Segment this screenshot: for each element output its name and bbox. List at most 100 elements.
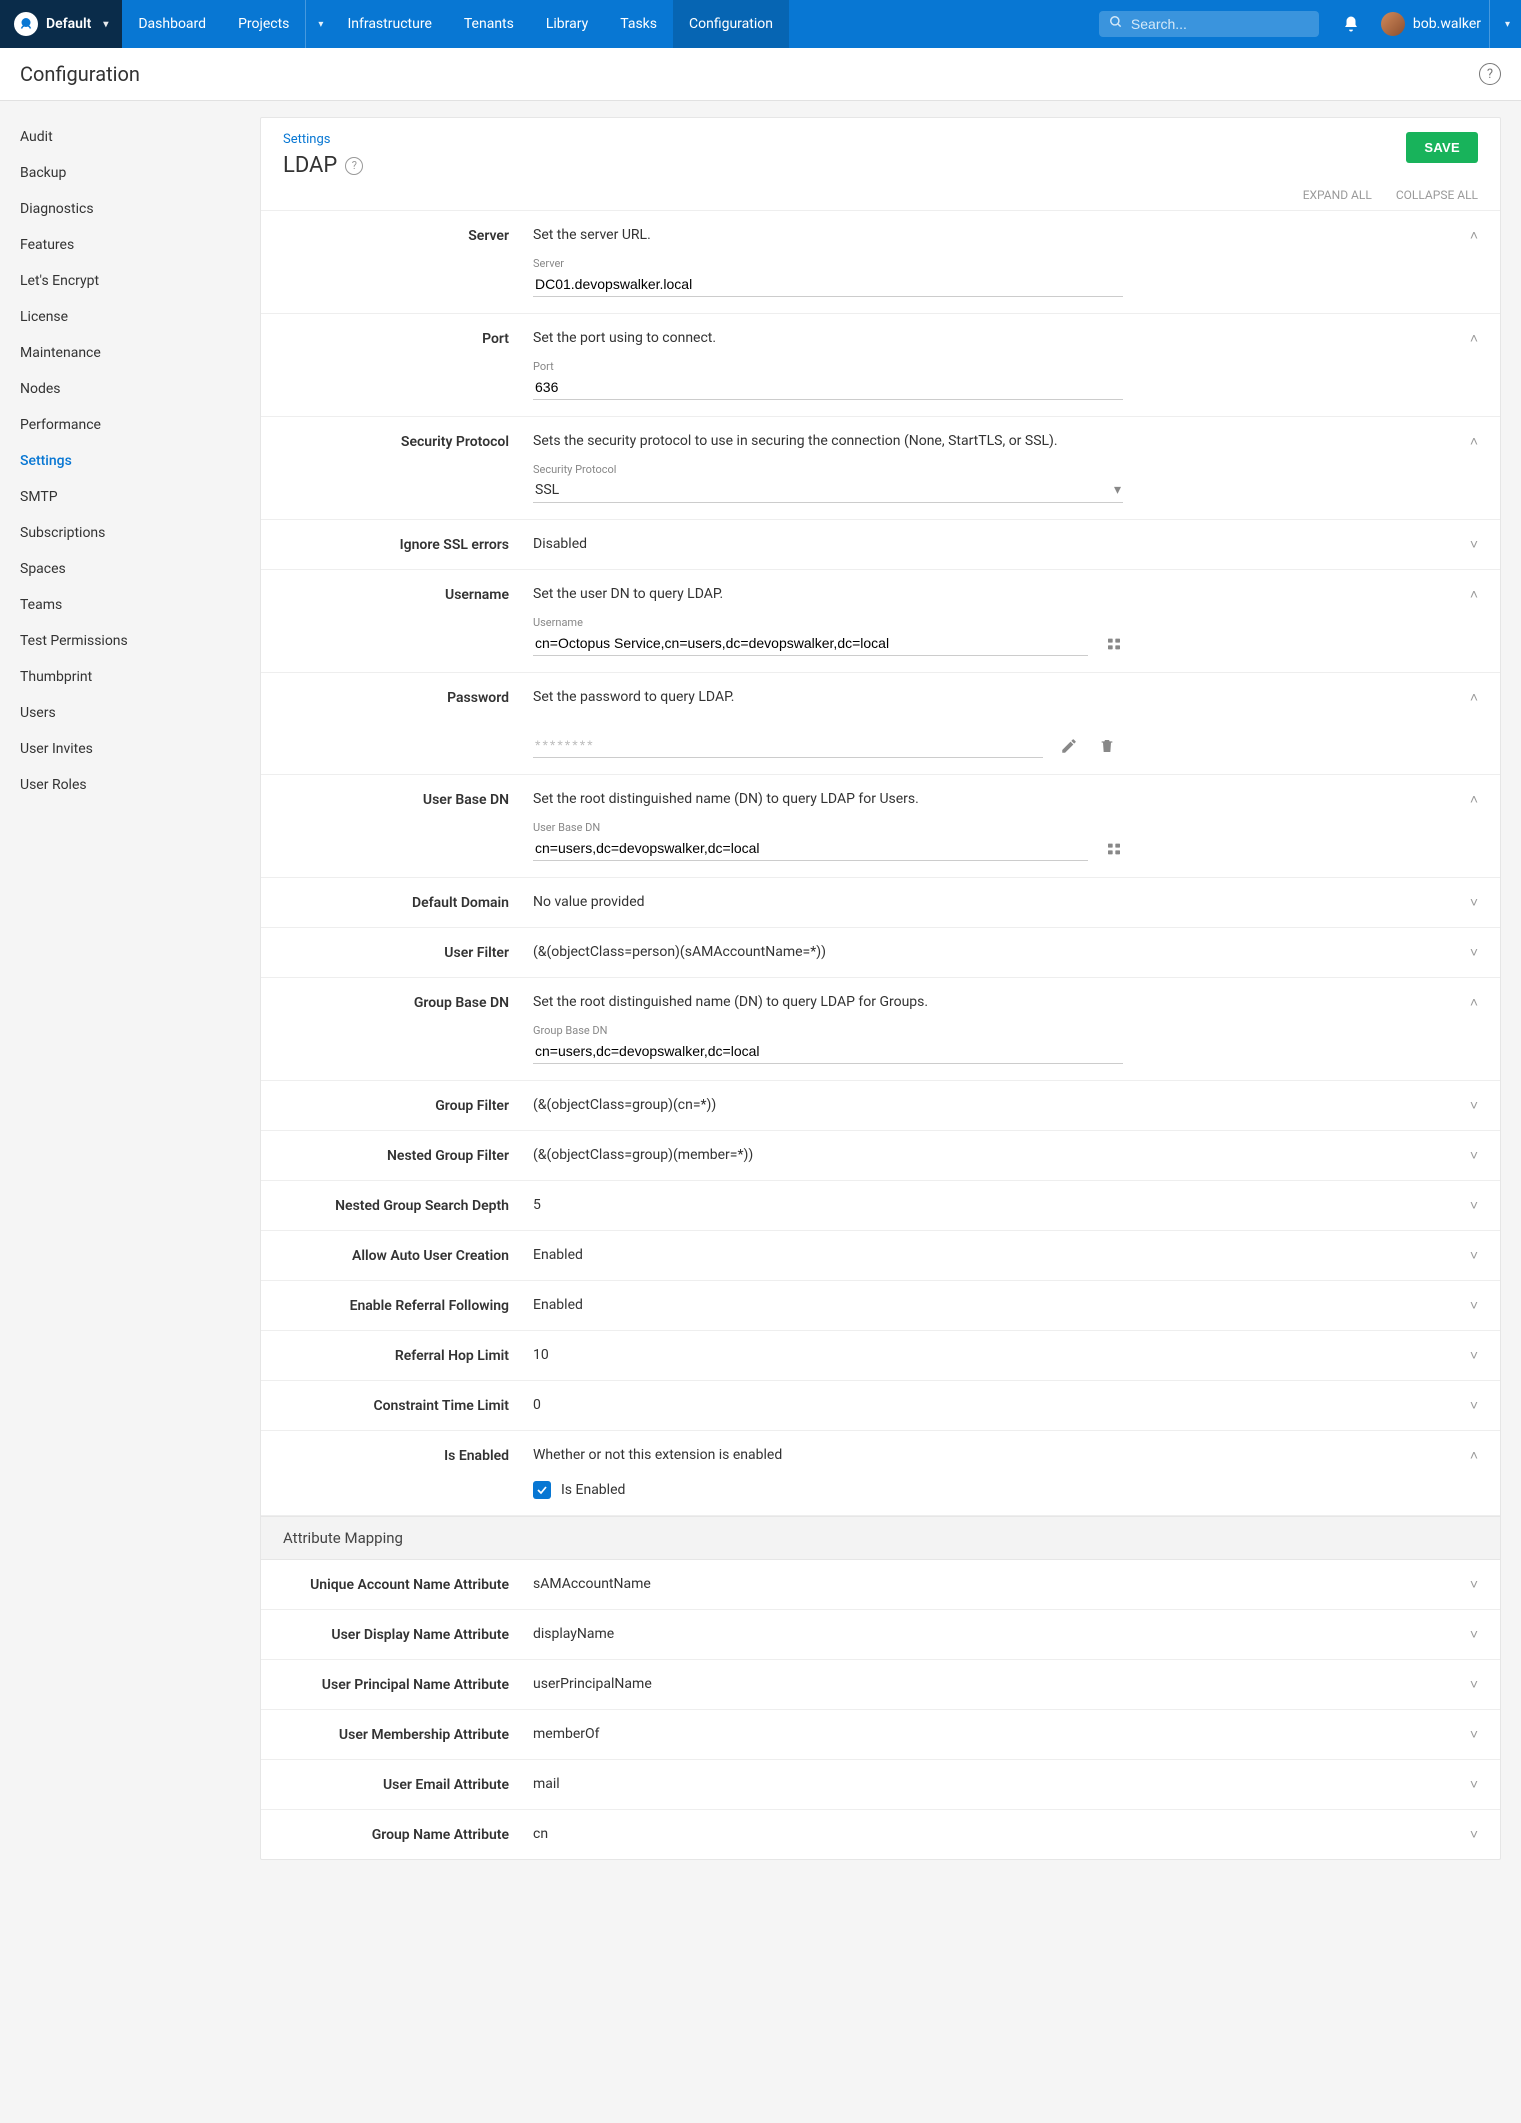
label-timelimit: Constraint Time Limit xyxy=(283,1397,533,1414)
search-input[interactable] xyxy=(1131,16,1309,32)
row-server: Server Set the server URL. Server ˄ xyxy=(261,211,1500,314)
sidebar-userroles[interactable]: User Roles xyxy=(14,767,246,803)
row-group-base-dn: Group Base DN Set the root distinguished… xyxy=(261,978,1500,1081)
variable-icon[interactable] xyxy=(1102,837,1126,861)
nav-projects[interactable]: Projects xyxy=(222,0,305,48)
nav-tenants[interactable]: Tenants xyxy=(448,0,530,48)
nav-infrastructure[interactable]: Infrastructure xyxy=(331,0,447,48)
row-default-domain[interactable]: Default Domain No value provided ˅ xyxy=(261,878,1500,928)
chevron-down-icon[interactable]: ˅ xyxy=(1470,1626,1478,1643)
caret-down-icon: ▾ xyxy=(1505,19,1510,30)
input-password[interactable] xyxy=(533,733,1043,758)
sidebar-userinvites[interactable]: User Invites xyxy=(14,731,246,767)
chevron-down-icon[interactable]: ˅ xyxy=(1470,1826,1478,1843)
row-nested-depth[interactable]: Nested Group Search Depth 5 ˅ xyxy=(261,1181,1500,1231)
value-hoplimit: 10 xyxy=(533,1347,1438,1363)
sidebar-features[interactable]: Features xyxy=(14,227,246,263)
chevron-down-icon[interactable]: ˅ xyxy=(1470,1397,1478,1414)
variable-icon[interactable] xyxy=(1102,632,1126,656)
nav-dashboard[interactable]: Dashboard xyxy=(122,0,222,48)
nav-projects-dropdown[interactable]: ▾ xyxy=(305,0,331,48)
input-server[interactable] xyxy=(533,272,1123,297)
trash-icon[interactable] xyxy=(1095,734,1119,758)
info-icon[interactable]: ? xyxy=(345,157,363,175)
sidebar-teams[interactable]: Teams xyxy=(14,587,246,623)
nav-configuration[interactable]: Configuration xyxy=(673,0,789,48)
label-nesteddepth: Nested Group Search Depth xyxy=(283,1197,533,1214)
row-referral[interactable]: Enable Referral Following Enabled ˅ xyxy=(261,1281,1500,1331)
chevron-down-icon[interactable]: ˅ xyxy=(1470,1247,1478,1264)
space-selector[interactable]: Default ▾ xyxy=(0,0,122,48)
sidebar-diagnostics[interactable]: Diagnostics xyxy=(14,191,246,227)
chevron-down-icon[interactable]: ˅ xyxy=(1470,944,1478,961)
input-group-base-dn[interactable] xyxy=(533,1039,1123,1064)
save-button[interactable]: SAVE xyxy=(1406,132,1478,163)
chevron-down-icon[interactable]: ˅ xyxy=(1470,1097,1478,1114)
chevron-down-icon[interactable]: ˅ xyxy=(1470,1576,1478,1593)
chevron-down-icon[interactable]: ˅ xyxy=(1470,1347,1478,1364)
chevron-up-icon[interactable]: ˄ xyxy=(1470,994,1478,1011)
row-attr-group[interactable]: Group Name Attribute cn ˅ xyxy=(261,1810,1500,1859)
breadcrumb-settings[interactable]: Settings xyxy=(283,132,363,147)
row-attr-principal[interactable]: User Principal Name Attribute userPrinci… xyxy=(261,1660,1500,1710)
collapse-all[interactable]: COLLAPSE ALL xyxy=(1396,188,1478,202)
sidebar-letsencrypt[interactable]: Let's Encrypt xyxy=(14,263,246,299)
row-attr-email[interactable]: User Email Attribute mail ˅ xyxy=(261,1760,1500,1810)
input-user-base-dn[interactable] xyxy=(533,836,1088,861)
search-box[interactable] xyxy=(1099,11,1319,37)
checkbox-is-enabled[interactable] xyxy=(533,1481,551,1499)
sidebar-smtp[interactable]: SMTP xyxy=(14,479,246,515)
chevron-down-icon[interactable]: ˅ xyxy=(1470,1726,1478,1743)
sidebar-subscriptions[interactable]: Subscriptions xyxy=(14,515,246,551)
chevron-down-icon[interactable]: ˅ xyxy=(1470,1147,1478,1164)
nav-tasks[interactable]: Tasks xyxy=(604,0,673,48)
row-ignore-ssl[interactable]: Ignore SSL errors Disabled ˅ xyxy=(261,520,1500,570)
value-attr-principal: userPrincipalName xyxy=(533,1676,1438,1692)
input-username[interactable] xyxy=(533,631,1088,656)
chevron-down-icon[interactable]: ˅ xyxy=(1470,1676,1478,1693)
expand-all[interactable]: EXPAND ALL xyxy=(1303,188,1372,202)
row-auto-user[interactable]: Allow Auto User Creation Enabled ˅ xyxy=(261,1231,1500,1281)
help-icon[interactable]: ? xyxy=(1479,63,1501,85)
notifications-icon[interactable] xyxy=(1333,15,1369,33)
chevron-down-icon[interactable]: ˅ xyxy=(1470,1297,1478,1314)
chevron-down-icon[interactable]: ˅ xyxy=(1470,1776,1478,1793)
chevron-down-icon[interactable]: ˅ xyxy=(1470,536,1478,553)
sidebar-performance[interactable]: Performance xyxy=(14,407,246,443)
row-attr-member[interactable]: User Membership Attribute memberOf ˅ xyxy=(261,1710,1500,1760)
sidebar-spaces[interactable]: Spaces xyxy=(14,551,246,587)
nav-library[interactable]: Library xyxy=(530,0,604,48)
user-menu[interactable]: bob.walker xyxy=(1369,12,1489,36)
row-nested-group-filter[interactable]: Nested Group Filter (&(objectClass=group… xyxy=(261,1131,1500,1181)
row-attr-display[interactable]: User Display Name Attribute displayName … xyxy=(261,1610,1500,1660)
chevron-up-icon[interactable]: ˄ xyxy=(1470,791,1478,808)
flabel-username: Username xyxy=(533,616,1438,629)
input-port[interactable] xyxy=(533,375,1123,400)
chevron-up-icon[interactable]: ˄ xyxy=(1470,586,1478,603)
chevron-up-icon[interactable]: ˄ xyxy=(1470,227,1478,244)
chevron-down-icon[interactable]: ˅ xyxy=(1470,1197,1478,1214)
sidebar-backup[interactable]: Backup xyxy=(14,155,246,191)
sidebar-users[interactable]: Users xyxy=(14,695,246,731)
row-attr-unique[interactable]: Unique Account Name Attribute sAMAccount… xyxy=(261,1560,1500,1610)
row-hop-limit[interactable]: Referral Hop Limit 10 ˅ xyxy=(261,1331,1500,1381)
chevron-up-icon[interactable]: ˄ xyxy=(1470,330,1478,347)
sidebar-maintenance[interactable]: Maintenance xyxy=(14,335,246,371)
edit-icon[interactable] xyxy=(1057,734,1081,758)
chevron-up-icon[interactable]: ˄ xyxy=(1470,689,1478,706)
chevron-up-icon[interactable]: ˄ xyxy=(1470,433,1478,450)
sidebar-license[interactable]: License xyxy=(14,299,246,335)
sidebar-thumbprint[interactable]: Thumbprint xyxy=(14,659,246,695)
row-user-filter[interactable]: User Filter (&(objectClass=person)(sAMAc… xyxy=(261,928,1500,978)
row-time-limit[interactable]: Constraint Time Limit 0 ˅ xyxy=(261,1381,1500,1431)
space-name: Default xyxy=(46,16,91,32)
sidebar-nodes[interactable]: Nodes xyxy=(14,371,246,407)
row-group-filter[interactable]: Group Filter (&(objectClass=group)(cn=*)… xyxy=(261,1081,1500,1131)
chevron-up-icon[interactable]: ˄ xyxy=(1470,1447,1478,1464)
chevron-down-icon[interactable]: ˅ xyxy=(1470,894,1478,911)
sidebar-settings[interactable]: Settings xyxy=(14,443,246,479)
user-dropdown[interactable]: ▾ xyxy=(1489,0,1521,48)
sidebar-audit[interactable]: Audit xyxy=(14,119,246,155)
select-security-protocol[interactable]: SSL ▾ xyxy=(533,478,1123,503)
sidebar-testpermissions[interactable]: Test Permissions xyxy=(14,623,246,659)
